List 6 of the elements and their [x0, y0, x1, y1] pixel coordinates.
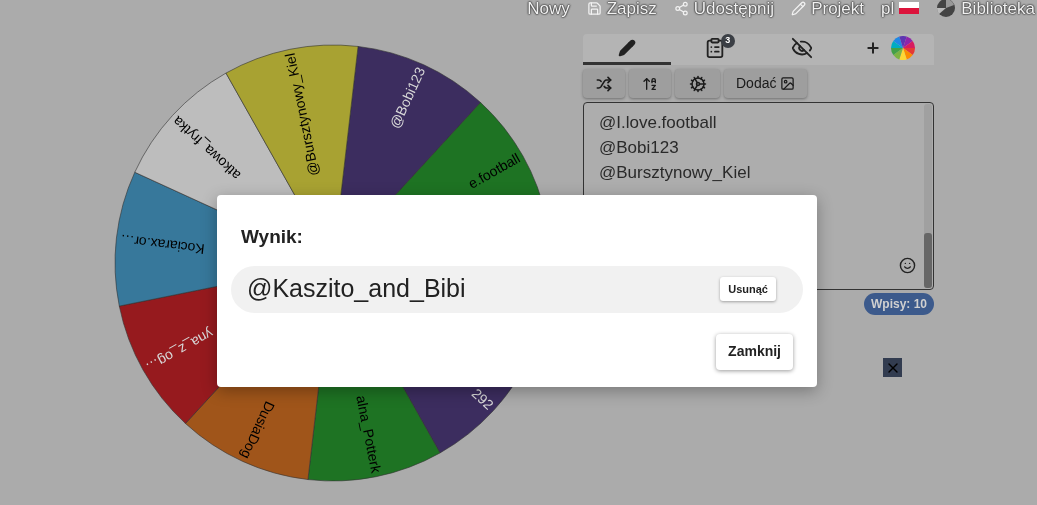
entry-line: @Bobi123 — [599, 137, 680, 159]
count-badge: 3 — [720, 34, 735, 48]
entries-count-badge: Wpisy: 10 — [864, 293, 934, 315]
entry-line: @I.love.football — [599, 112, 718, 134]
entry-line: @Bursztynowy_Kiel — [599, 162, 752, 184]
dialog-title: Wynik: — [241, 225, 304, 249]
